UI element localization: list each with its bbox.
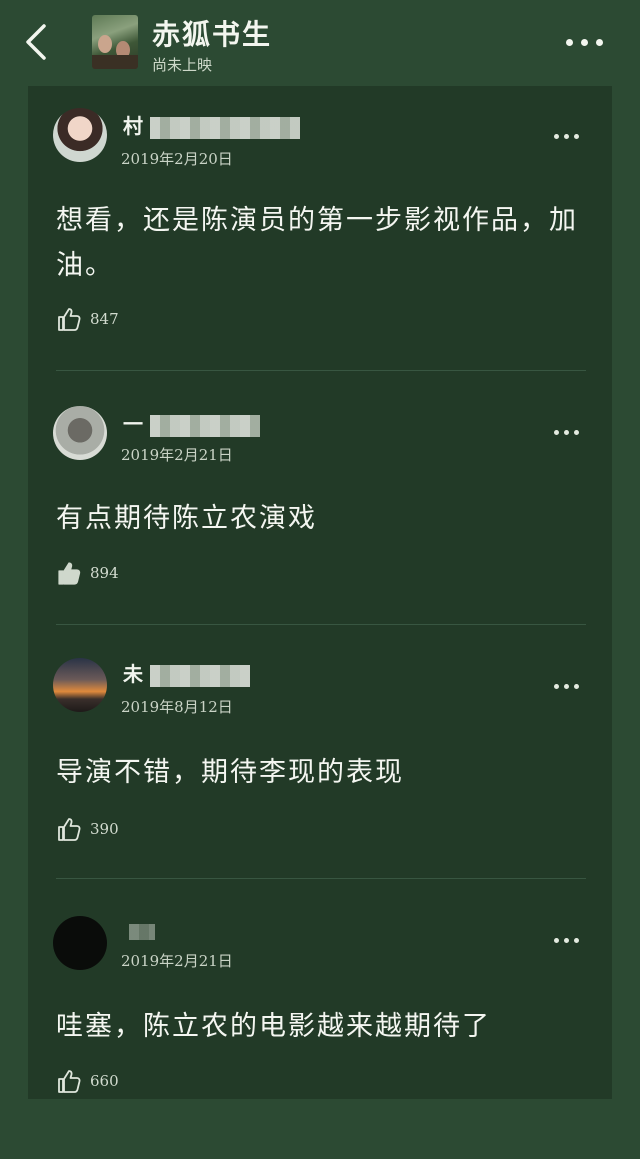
top-bar: 赤狐书生 尚未上映 bbox=[0, 0, 640, 86]
release-status: 尚未上映 bbox=[152, 56, 213, 74]
like-count: 390 bbox=[90, 820, 119, 838]
comment-more-button[interactable] bbox=[548, 424, 584, 440]
more-icon bbox=[548, 128, 584, 144]
comment-item: 2019年2月21日 哇塞，陈立农的电影越来越期待了 660 bbox=[28, 906, 612, 1159]
like-button[interactable]: 894 bbox=[56, 560, 119, 586]
comment-text: 有点期待陈立农演戏 bbox=[56, 503, 317, 534]
comment-more-button[interactable] bbox=[548, 128, 584, 144]
avatar[interactable] bbox=[53, 916, 107, 970]
username[interactable]: 一 bbox=[123, 408, 260, 437]
like-button[interactable]: 660 bbox=[56, 1068, 119, 1094]
username[interactable] bbox=[123, 918, 155, 942]
thumbs-up-icon bbox=[58, 562, 81, 585]
comment-text: 导演不错，期待李现的表现 bbox=[56, 757, 404, 788]
redacted-name bbox=[150, 414, 260, 437]
redacted-name bbox=[150, 116, 300, 139]
comment-text: 哇塞，陈立农的电影越来越期待了 bbox=[56, 1011, 491, 1042]
thumbs-up-icon bbox=[58, 818, 81, 841]
app-root: 赤狐书生 尚未上映 村 2019年2月20日 想看，还是陈演员的第一步影视作品，… bbox=[0, 0, 640, 1099]
comment-item: 村 2019年2月20日 想看，还是陈演员的第一步影视作品，加油。 847 bbox=[28, 100, 612, 353]
avatar[interactable] bbox=[53, 108, 107, 162]
comment-more-button[interactable] bbox=[548, 932, 584, 948]
movie-poster-thumbnail[interactable] bbox=[92, 15, 138, 69]
more-icon bbox=[548, 424, 584, 440]
comment-item: 未 2019年8月12日 导演不错，期待李现的表现 390 bbox=[28, 652, 612, 905]
like-count: 847 bbox=[90, 310, 119, 328]
back-button[interactable] bbox=[18, 22, 54, 62]
comment-item: 一 2019年2月21日 有点期待陈立农演戏 894 bbox=[28, 398, 612, 651]
chevron-left-icon bbox=[26, 24, 46, 60]
avatar[interactable] bbox=[53, 658, 107, 712]
divider bbox=[56, 878, 586, 879]
username[interactable]: 村 bbox=[123, 110, 300, 139]
avatar[interactable] bbox=[53, 406, 107, 460]
like-count: 894 bbox=[90, 564, 119, 582]
comment-date: 2019年2月20日 bbox=[121, 150, 233, 168]
like-count: 660 bbox=[90, 1072, 119, 1090]
like-button[interactable]: 847 bbox=[56, 306, 119, 332]
comment-more-button[interactable] bbox=[548, 678, 584, 694]
more-icon bbox=[548, 932, 584, 948]
comment-date: 2019年8月12日 bbox=[121, 698, 233, 716]
divider bbox=[56, 370, 586, 371]
more-icon bbox=[562, 30, 606, 54]
more-options-button[interactable] bbox=[562, 30, 606, 54]
comment-date: 2019年2月21日 bbox=[121, 446, 233, 464]
thumbs-up-icon bbox=[58, 308, 81, 331]
username[interactable]: 未 bbox=[123, 658, 250, 687]
divider bbox=[56, 624, 586, 625]
page-title: 赤狐书生 bbox=[152, 18, 273, 51]
comment-date: 2019年2月21日 bbox=[121, 952, 233, 970]
redacted-name bbox=[129, 923, 155, 940]
like-button[interactable]: 390 bbox=[56, 816, 119, 842]
redacted-name bbox=[150, 664, 250, 687]
more-icon bbox=[548, 678, 584, 694]
comment-text: 想看，还是陈演员的第一步影视作品，加油。 bbox=[56, 205, 578, 281]
thumbs-up-icon bbox=[58, 1070, 81, 1093]
